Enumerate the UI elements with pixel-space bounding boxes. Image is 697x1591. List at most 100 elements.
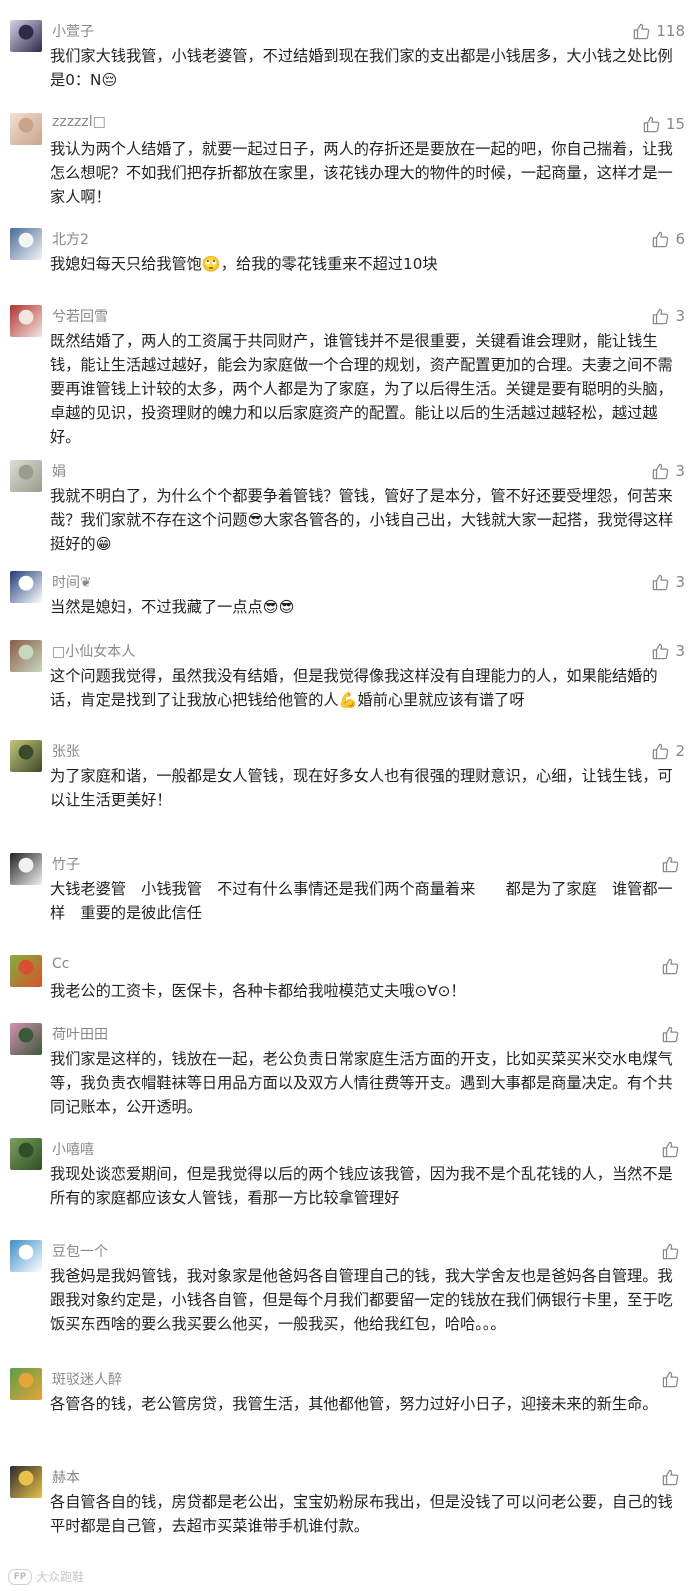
- like-button[interactable]: 6: [651, 228, 685, 250]
- thumbs-up-icon: [661, 957, 680, 976]
- watermark: FP 大众跑鞋: [8, 1568, 84, 1585]
- figure-avatar-icon: [10, 571, 42, 603]
- commenter-name[interactable]: 赫本: [52, 1467, 80, 1487]
- like-count: 3: [675, 462, 685, 480]
- thumbs-up-icon: [661, 1468, 680, 1487]
- commenter-name[interactable]: Cc: [52, 956, 69, 972]
- like-button[interactable]: 118: [632, 20, 685, 42]
- avatar[interactable]: [10, 571, 42, 603]
- cartoon-avatar-icon: [10, 228, 42, 260]
- number-one-avatar-icon: [10, 1240, 42, 1272]
- avatar[interactable]: [10, 1466, 42, 1498]
- like-count: 3: [675, 573, 685, 591]
- avatar[interactable]: [10, 955, 42, 987]
- like-count: 3: [675, 307, 685, 325]
- avatar[interactable]: [10, 1368, 42, 1400]
- like-button[interactable]: [661, 1138, 685, 1160]
- comment-text: 各自管各自的钱，房贷都是老公出，宝宝奶粉尿布我出，但是没钱了可以问老公要，自己的…: [50, 1493, 673, 1535]
- thumbs-up-icon: [632, 22, 651, 41]
- comment-text: 我媳妇每天只给我管饱🙄，给我的零花钱重来不超过10块: [50, 255, 438, 273]
- avatar[interactable]: [10, 853, 42, 885]
- commenter-name[interactable]: □小仙女本人: [52, 641, 135, 661]
- food-avatar-icon: [10, 1368, 42, 1400]
- comment-text: 当然是媳妇，不过我藏了一点点😎😎: [50, 598, 295, 616]
- woman-photo-avatar-icon: [10, 1466, 42, 1498]
- comment-text: 我们家是这样的，钱放在一起，老公负责日常家庭生活方面的开支，比如买菜买米交水电煤…: [50, 1050, 673, 1116]
- bead-bracelet-avatar-icon: [10, 460, 42, 492]
- commenter-name[interactable]: 豆包一个: [52, 1241, 108, 1261]
- thumbs-up-icon: [651, 462, 670, 481]
- lotus-avatar-icon: [10, 1023, 42, 1055]
- like-button[interactable]: 3: [651, 640, 685, 662]
- comment-text: 这个问题我觉得，虽然我没有结婚，但是我觉得像我这样没有自理能力的人，如果能结婚的…: [50, 667, 658, 709]
- thumbs-up-icon: [661, 1025, 680, 1044]
- thumbs-up-icon: [651, 742, 670, 761]
- thumbs-up-icon: [661, 1370, 680, 1389]
- thumbs-up-icon: [661, 855, 680, 874]
- avatar[interactable]: [10, 113, 42, 145]
- comment-text: 我现处谈恋爱期间，但是我觉得以后的两个钱应该我管，因为我不是个乱花钱的人，当然不…: [50, 1165, 673, 1207]
- thumbs-up-icon: [642, 115, 661, 134]
- cartoon-avatar-icon: [10, 20, 42, 52]
- girl-photo-avatar-icon: [10, 113, 42, 145]
- commenter-name[interactable]: 张张: [52, 741, 80, 761]
- comment-text: 既然结婚了，两人的工资属于共同财产，谁管钱并不是很重要，关键看谁会理财，能让钱生…: [50, 332, 673, 446]
- silhouette-avatar-icon: [10, 853, 42, 885]
- like-button[interactable]: [661, 1466, 685, 1488]
- like-button[interactable]: 15: [642, 113, 685, 135]
- commenter-name[interactable]: 时间❦: [52, 572, 92, 592]
- commenter-name[interactable]: 荷叶田田: [52, 1024, 108, 1044]
- like-button[interactable]: 3: [651, 571, 685, 593]
- commenter-name[interactable]: 北方2: [52, 229, 89, 249]
- avatar[interactable]: [10, 1240, 42, 1272]
- commenter-name[interactable]: 竹子: [52, 854, 80, 874]
- woman-photo-avatar-icon: [10, 305, 42, 337]
- avatar[interactable]: [10, 460, 42, 492]
- comment-text: 我们家大钱我管，小钱老婆管，不过结婚到现在我们家的支出都是小钱居多，大小钱之处比…: [50, 47, 673, 89]
- commenter-name[interactable]: 兮若回雪: [52, 306, 108, 326]
- thumbs-up-icon: [651, 307, 670, 326]
- avatar[interactable]: [10, 740, 42, 772]
- watermark-text: 大众跑鞋: [36, 1570, 85, 1584]
- thumbs-up-icon: [661, 1140, 680, 1159]
- thumbs-up-icon: [651, 230, 670, 249]
- comment-text: 我就不明白了，为什么个个都要争着管钱？管钱，管好了是本分，管不好还要受埋怨，何苦…: [50, 487, 674, 553]
- thumbs-up-icon: [661, 1242, 680, 1261]
- avatar[interactable]: [10, 1023, 42, 1055]
- landscape-avatar-icon: [10, 1138, 42, 1170]
- like-count: 118: [656, 22, 685, 40]
- landscape-avatar-icon: [10, 740, 42, 772]
- like-button[interactable]: [661, 1240, 685, 1262]
- like-button[interactable]: 2: [651, 740, 685, 762]
- like-count: 3: [675, 642, 685, 660]
- like-button[interactable]: [661, 955, 685, 977]
- avatar[interactable]: [10, 305, 42, 337]
- comment-text: 我爸妈是我妈管钱，我对象家是他爸妈各自管理自己的钱，我大学舍友也是爸妈各自管理。…: [50, 1267, 673, 1333]
- commenter-name[interactable]: 小嘻嘻: [52, 1139, 94, 1159]
- comment-text: 为了家庭和谐，一般都是女人管钱，现在好多女人也有很强的理财意识，心细，让钱生钱，…: [50, 767, 673, 809]
- avatar[interactable]: [10, 640, 42, 672]
- like-button[interactable]: [661, 853, 685, 875]
- avatar[interactable]: [10, 228, 42, 260]
- commenter-name[interactable]: 娟: [52, 461, 66, 481]
- fruit-avatar-icon: [10, 955, 42, 987]
- like-button[interactable]: 3: [651, 460, 685, 482]
- like-button[interactable]: [661, 1023, 685, 1045]
- like-count: 15: [665, 115, 685, 133]
- like-button[interactable]: [661, 1368, 685, 1390]
- girl-photo-avatar-icon: [10, 640, 42, 672]
- like-count: 2: [675, 742, 685, 760]
- commenter-name[interactable]: 斑驳迷人醉: [52, 1369, 122, 1389]
- thumbs-up-icon: [651, 642, 670, 661]
- like-count: 6: [675, 230, 685, 248]
- avatar[interactable]: [10, 20, 42, 52]
- comment-text: 大钱老婆管 小钱我管 不过有什么事情还是我们两个商量着来 都是为了家庭 谁管都一…: [50, 880, 673, 922]
- comment-text: 我老公的工资卡，医保卡，各种卡都给我啦模范丈夫哦⊙∀⊙！: [50, 982, 466, 1000]
- commenter-name[interactable]: zzzzzl□: [52, 114, 106, 130]
- like-button[interactable]: 3: [651, 305, 685, 327]
- thumbs-up-icon: [651, 573, 670, 592]
- comment-text: 我认为两个人结婚了，就要一起过日子，两人的存折还是要放在一起的吧，你自己揣着，让…: [50, 140, 673, 206]
- comment-text: 各管各的钱，老公管房贷，我管生活，其他都他管，努力过好小日子，迎接未来的新生命。: [50, 1395, 658, 1413]
- avatar[interactable]: [10, 1138, 42, 1170]
- commenter-name[interactable]: 小萱子: [52, 21, 94, 41]
